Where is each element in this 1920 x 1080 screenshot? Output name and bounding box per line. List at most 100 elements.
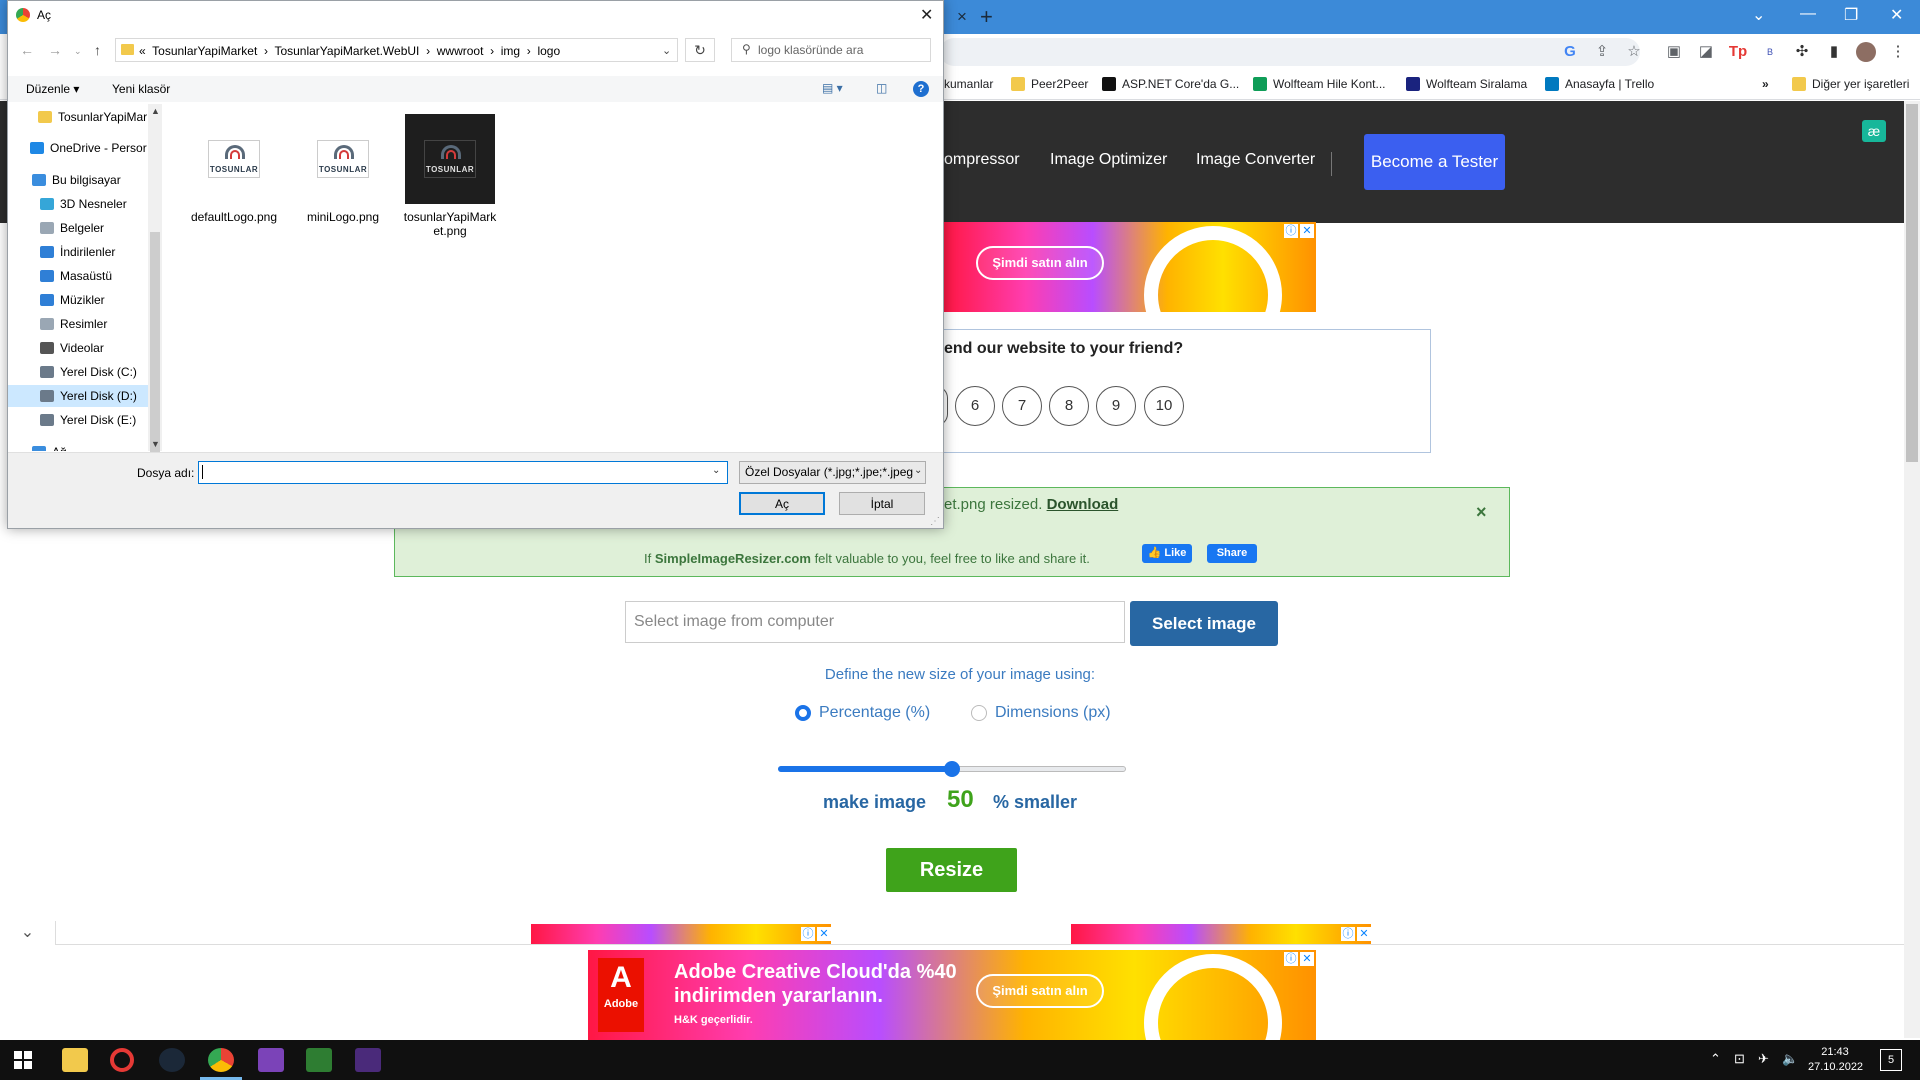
chrome-icon[interactable] xyxy=(208,1048,234,1072)
page-scrollbar-thumb[interactable] xyxy=(1906,104,1918,462)
nav-item[interactable]: Yerel Disk (C:) xyxy=(8,361,148,383)
tray-clock[interactable]: 21:43 27.10.2022 xyxy=(1808,1045,1863,1075)
facebook-like-button[interactable]: 👍 Like xyxy=(1142,544,1192,563)
ad-info-icon[interactable]: ⓘ xyxy=(1284,952,1298,966)
puzzle-icon[interactable]: ✣ xyxy=(1792,42,1812,62)
scroll-down-arrow-icon[interactable]: ▼ xyxy=(151,439,160,449)
view-options-icon[interactable]: ▤ ▾ xyxy=(822,81,843,95)
extension-icon[interactable]: Tp xyxy=(1728,42,1748,62)
chevron-down-icon[interactable]: ⌄ xyxy=(1752,5,1765,25)
bookmark-item[interactable]: kumanlar xyxy=(944,75,993,93)
notification-center-icon[interactable]: 5 xyxy=(1880,1049,1902,1071)
network-icon[interactable]: ⊡ xyxy=(1734,1051,1745,1067)
ad-buy-button[interactable]: Şimdi satın alın xyxy=(976,974,1104,1008)
address-bar[interactable] xyxy=(940,38,1640,66)
nav-item[interactable]: OneDrive - Persor xyxy=(8,137,148,159)
nav-item[interactable]: Yerel Disk (D:) xyxy=(8,385,148,407)
back-arrow-icon[interactable]: ← xyxy=(20,42,34,58)
other-bookmarks[interactable]: Diğer yer işaretleri xyxy=(1792,75,1909,93)
dialog-search-input[interactable]: logo klasöründe ara xyxy=(731,38,931,62)
file-explorer-icon[interactable] xyxy=(62,1048,88,1072)
star-icon[interactable]: ☆ xyxy=(1624,42,1644,62)
extension-icon[interactable]: B xyxy=(1760,42,1780,62)
dimensions-label[interactable]: Dimensions (px) xyxy=(995,704,1111,722)
size-slider-thumb[interactable] xyxy=(944,761,960,777)
rating-option[interactable]: 10 xyxy=(1144,386,1184,426)
forward-arrow-icon[interactable]: → xyxy=(48,42,62,58)
sidebar-icon[interactable]: ▮ xyxy=(1824,42,1844,62)
nav-item[interactable]: Bu bilgisayar xyxy=(8,169,148,191)
ad-close-icon[interactable]: ✕ xyxy=(1300,952,1314,966)
up-arrow-icon[interactable]: ↑ xyxy=(94,42,101,58)
chevron-down-icon[interactable]: ⌄ xyxy=(914,465,922,476)
rating-option[interactable]: 8 xyxy=(1049,386,1089,426)
download-link[interactable]: Download xyxy=(1047,496,1119,513)
extension-icon[interactable]: ◪ xyxy=(1696,42,1716,62)
breadcrumb-item[interactable]: TosunlarYapiMarket xyxy=(152,44,257,58)
percentage-label[interactable]: Percentage (%) xyxy=(819,704,930,722)
resize-button[interactable]: Resize xyxy=(886,848,1017,892)
ad-close-icon[interactable]: ✕ xyxy=(1357,927,1371,941)
facebook-share-button[interactable]: Share xyxy=(1207,544,1257,563)
nav-item[interactable]: TosunlarYapiMar xyxy=(8,106,148,128)
new-tab-button[interactable]: + xyxy=(980,4,993,30)
bookmark-item[interactable]: ASP.NET Core'da G... xyxy=(1102,75,1239,93)
wifi-icon[interactable]: ✈ xyxy=(1758,1051,1769,1067)
google-icon[interactable]: G xyxy=(1560,42,1580,62)
nav-item[interactable]: Videolar xyxy=(8,337,148,359)
avatar[interactable] xyxy=(1856,42,1876,62)
select-image-button[interactable]: Select image xyxy=(1130,601,1278,646)
help-icon[interactable]: ? xyxy=(913,81,929,97)
nav-item[interactable]: Müzikler xyxy=(8,289,148,311)
nav-item[interactable]: 3D Nesneler xyxy=(8,193,148,215)
nav-item[interactable]: Belgeler xyxy=(8,217,148,239)
filename-input[interactable] xyxy=(198,461,728,484)
breadcrumb-item[interactable]: wwwroot xyxy=(437,44,484,58)
ad-banner-small[interactable]: ⓘ ✕ xyxy=(1071,924,1371,944)
dialog-close-button[interactable]: ✕ xyxy=(920,5,933,25)
ad-info-icon[interactable]: ⓘ xyxy=(801,927,815,941)
rating-option[interactable]: 6 xyxy=(955,386,995,426)
breadcrumb-separator[interactable]: › xyxy=(264,44,268,58)
visual-studio-icon[interactable] xyxy=(258,1048,284,1072)
windows-start-icon[interactable] xyxy=(14,1051,32,1069)
restore-button[interactable]: ❐ xyxy=(1844,5,1858,25)
steam-icon[interactable] xyxy=(159,1048,185,1072)
ad-info-icon[interactable]: ⓘ xyxy=(1341,927,1355,941)
refresh-icon[interactable]: ↻ xyxy=(685,38,715,62)
bookmark-item[interactable]: Wolfteam Siralama xyxy=(1406,75,1527,93)
chevron-down-icon[interactable]: ⌄ xyxy=(0,921,56,945)
nav-item[interactable]: Ağ xyxy=(8,441,148,451)
file-path-input[interactable]: Select image from computer xyxy=(625,601,1125,643)
ad-banner-top[interactable]: Şimdi satın alın ⓘ ✕ xyxy=(944,222,1316,312)
volume-icon[interactable]: 🔈 xyxy=(1782,1051,1798,1067)
ad-buy-button[interactable]: Şimdi satın alın xyxy=(976,246,1104,280)
chevron-down-icon[interactable]: ⌄ xyxy=(712,465,720,476)
cancel-button[interactable]: İptal xyxy=(839,492,925,515)
nav-item[interactable]: Yerel Disk (E:) xyxy=(8,409,148,431)
alert-close-icon[interactable]: × xyxy=(1476,502,1487,523)
dimensions-radio[interactable] xyxy=(971,705,987,721)
notepad-plus-plus-icon[interactable] xyxy=(306,1048,332,1072)
chevron-down-icon[interactable]: ⌄ xyxy=(662,44,671,57)
extension-icon[interactable]: ▣ xyxy=(1664,42,1684,62)
new-folder-button[interactable]: Yeni klasör xyxy=(112,82,170,96)
file-item[interactable]: TOSUNLAR miniLogo.png xyxy=(295,114,391,224)
open-button[interactable]: Aç xyxy=(739,492,825,515)
rating-option[interactable]: 7 xyxy=(1002,386,1042,426)
organize-button[interactable]: Düzenle ▾ xyxy=(26,82,79,96)
chevron-down-icon[interactable]: ⌄ xyxy=(74,46,82,57)
nav-scrollbar-thumb[interactable] xyxy=(150,232,160,452)
tab-close-button[interactable]: × xyxy=(957,7,967,27)
bookmark-item[interactable]: Wolfteam Hile Kont... xyxy=(1253,75,1386,93)
breadcrumb-overflow[interactable]: « xyxy=(139,44,146,58)
rating-option[interactable]: 9 xyxy=(1096,386,1136,426)
become-tester-button[interactable]: Become a Tester xyxy=(1364,134,1505,190)
breadcrumb-separator[interactable]: › xyxy=(426,44,430,58)
sql-server-icon[interactable] xyxy=(355,1048,381,1072)
nav-image-optimizer[interactable]: Image Optimizer xyxy=(1050,151,1167,169)
percentage-radio[interactable] xyxy=(795,705,811,721)
close-window-button[interactable]: ✕ xyxy=(1890,5,1903,25)
dialog-breadcrumb[interactable]: « TosunlarYapiMarket › TosunlarYapiMarke… xyxy=(139,44,560,58)
ad-banner-bottom[interactable]: A Adobe Adobe Creative Cloud'da %40 indi… xyxy=(588,950,1316,1040)
